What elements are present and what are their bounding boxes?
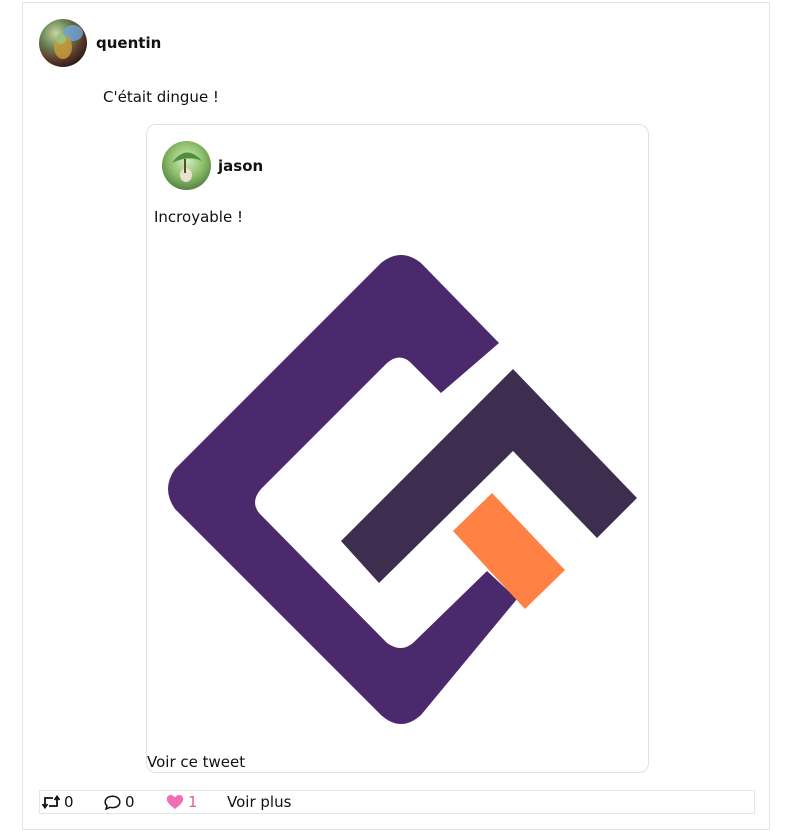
reply-button[interactable]: 0 — [104, 791, 166, 813]
reply-count: 0 — [125, 793, 135, 811]
heart-icon — [166, 794, 184, 810]
view-tweet-link[interactable]: Voir ce tweet — [147, 752, 245, 772]
retweet-button[interactable]: 0 — [42, 791, 104, 813]
like-button[interactable]: 1 — [166, 791, 227, 813]
user-avatar-icon — [39, 19, 87, 67]
retweet-icon — [42, 795, 60, 809]
tweet-text: C'était dingue ! — [103, 88, 219, 106]
like-count: 1 — [188, 793, 198, 811]
quoted-tweet[interactable]: jason Incroyable ! Voir ce tweet — [146, 124, 649, 773]
logo-image — [168, 255, 637, 724]
tweet-card: quentin C'était dingue ! jason Incroyabl… — [22, 2, 770, 830]
quoted-media-image[interactable] — [165, 253, 637, 725]
see-more-button[interactable]: Voir plus — [227, 791, 291, 813]
quoted-author-name[interactable]: jason — [218, 157, 263, 175]
quoted-tweet-text: Incroyable ! — [154, 208, 243, 226]
retweet-count: 0 — [64, 793, 74, 811]
author-name[interactable]: quentin — [96, 34, 161, 52]
reply-icon — [104, 794, 121, 810]
user-avatar-icon — [162, 141, 211, 190]
action-bar: 0 0 1 Voir plus — [39, 790, 755, 814]
author-avatar[interactable] — [39, 19, 87, 67]
quoted-author-avatar[interactable] — [162, 141, 211, 190]
